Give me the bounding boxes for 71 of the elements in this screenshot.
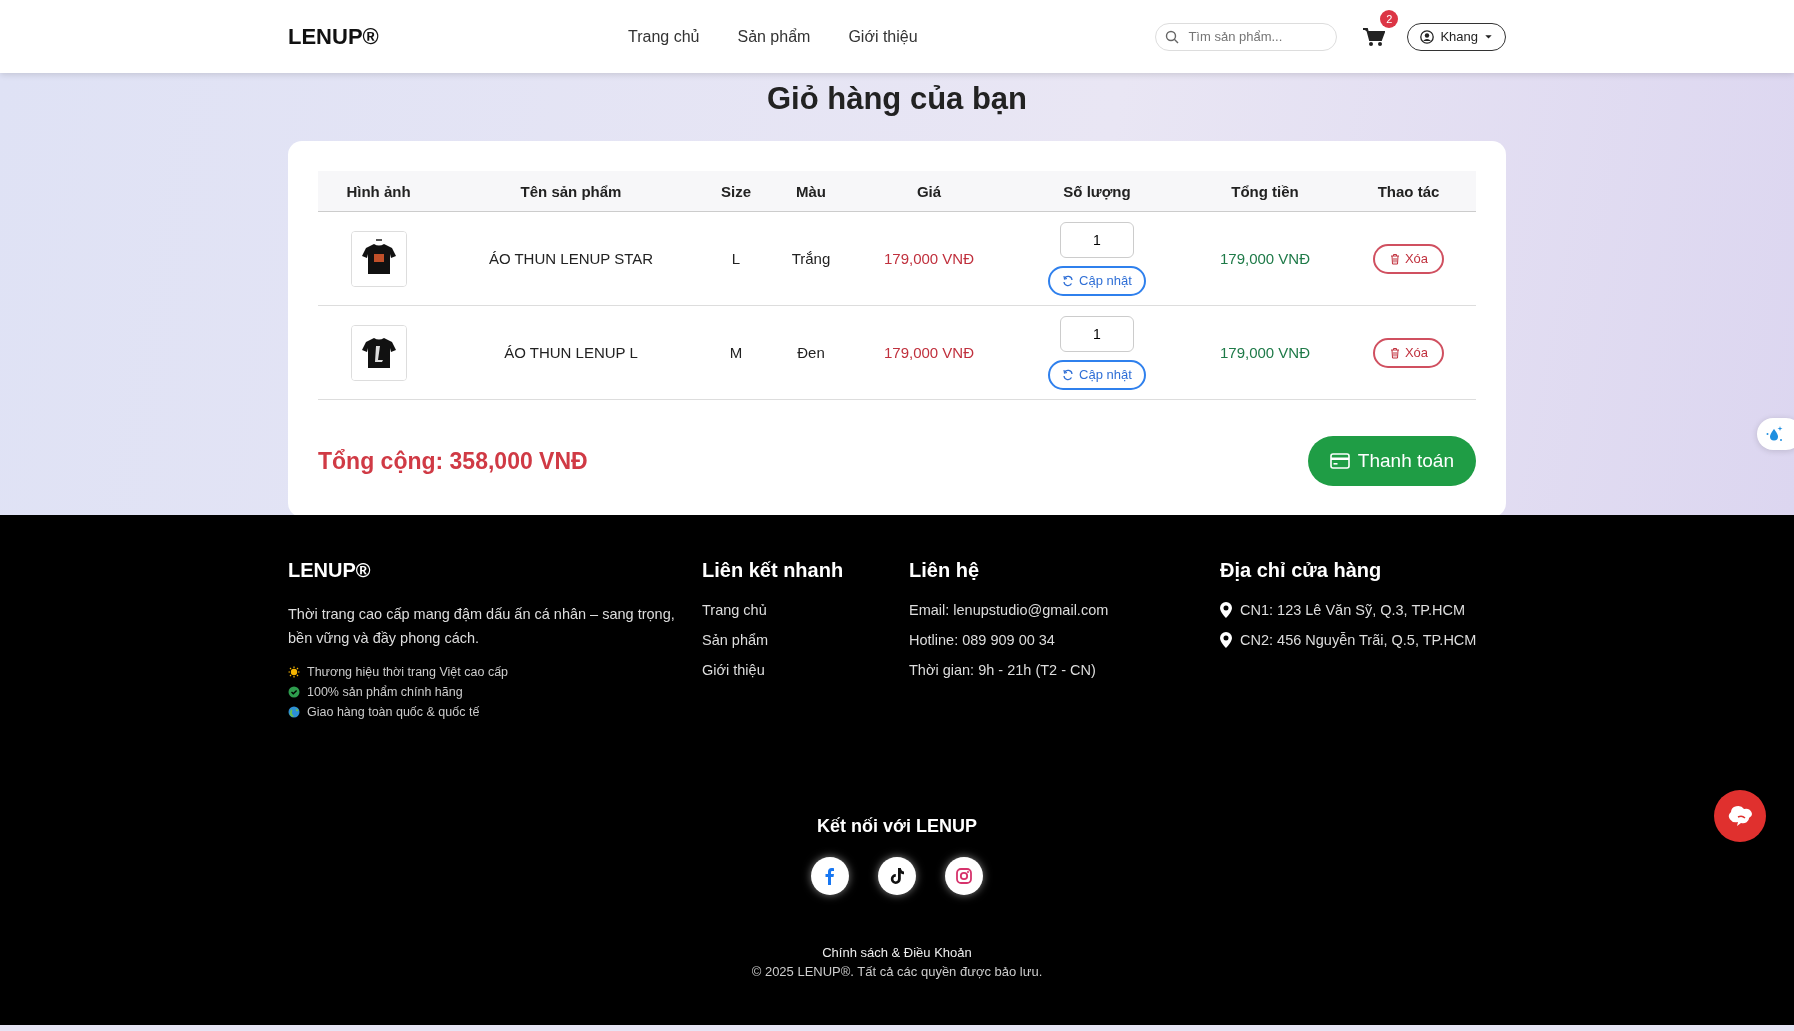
contact-info: Email: lenupstudio@gmail.com bbox=[909, 602, 1109, 618]
update-button[interactable]: Cập nhật bbox=[1048, 359, 1146, 390]
table-cell: Đen bbox=[769, 305, 853, 400]
column-header: Hình ảnh bbox=[318, 171, 439, 212]
grand-total: Tổng cộng: 358,000 VNĐ bbox=[318, 447, 588, 475]
search-field[interactable]: Tìm sản phẩm... bbox=[1155, 22, 1338, 51]
trash-icon bbox=[1388, 252, 1401, 265]
delete-button[interactable]: Xóa bbox=[1372, 243, 1445, 274]
chat-icon bbox=[1727, 803, 1753, 829]
nav-link[interactable]: Trang chủ bbox=[628, 27, 700, 46]
copyright: © 2025 LENUP®. Tất cả các quyền được bảo lưu. bbox=[750, 964, 1044, 979]
delete-button[interactable]: Xóa bbox=[1372, 337, 1445, 368]
page-title: Giỏ hàng của bạn bbox=[765, 81, 1029, 117]
refresh-icon bbox=[1062, 274, 1075, 287]
map-pin-icon bbox=[1220, 632, 1232, 648]
column-header: Màu bbox=[769, 171, 853, 212]
table-cell: 179,000 VNĐ bbox=[1189, 305, 1341, 400]
table-cell: ÁO THUN LENUP STAR bbox=[439, 211, 703, 306]
feature-text: Giao hàng toàn quốc & quốc tế bbox=[307, 705, 480, 719]
column-header: Tổng tiền bbox=[1189, 171, 1341, 212]
table-cell: 179,000 VNĐ bbox=[853, 211, 1005, 306]
table-cell: 179,000 VNĐ bbox=[1189, 211, 1341, 306]
footer-brand: LENUP® bbox=[288, 559, 372, 582]
feature-text: Thương hiệu thời trang Việt cao cấp bbox=[307, 665, 509, 679]
table-cell: L bbox=[703, 211, 769, 306]
nav-link[interactable]: Giới thiệu bbox=[848, 27, 918, 46]
quantity-field[interactable]: 1 bbox=[1060, 315, 1134, 352]
column-header: Tên sản phẩm bbox=[439, 171, 703, 212]
water-drop-icon[interactable] bbox=[1757, 418, 1794, 450]
sun-icon bbox=[288, 666, 300, 678]
trash-icon bbox=[1388, 346, 1401, 359]
brand-description: Thời trang cao cấp mang đậm dấu ấn cá nhân – sang trọng, bền vững và đầy phong cách. bbox=[288, 605, 676, 648]
contact-info: Thời gian: 9h - 21h (T2 - CN) bbox=[909, 662, 1096, 678]
column-title: Liên hệ bbox=[909, 559, 980, 582]
policy-link[interactable]: Chính sách & Điều Khoản bbox=[822, 945, 972, 960]
column-header: Size bbox=[703, 171, 769, 212]
globe-icon bbox=[288, 706, 300, 718]
credit-card-icon bbox=[1329, 453, 1350, 469]
cart-count-badge: 2 bbox=[1380, 9, 1399, 28]
footer-link[interactable]: Trang chủ bbox=[702, 602, 767, 618]
refresh-icon bbox=[1062, 368, 1075, 381]
feature-text: 100% sản phẩm chính hãng bbox=[307, 685, 463, 699]
cart-icon[interactable] bbox=[1363, 26, 1386, 47]
footer-link[interactable]: Sản phẩm bbox=[702, 632, 769, 648]
column-header: Giá bbox=[853, 171, 1005, 212]
footer-link[interactable]: Giới thiệu bbox=[702, 662, 765, 678]
column-header: Số lượng bbox=[1005, 171, 1189, 212]
map-pin-icon bbox=[1220, 602, 1232, 618]
quantity-field[interactable]: 1 bbox=[1060, 221, 1134, 258]
table-cell: ÁO THUN LENUP L bbox=[439, 305, 703, 400]
column-title: Địa chỉ cửa hàng bbox=[1220, 559, 1383, 582]
tiktok-icon[interactable] bbox=[878, 857, 916, 895]
column-header: Thao tác bbox=[1341, 171, 1476, 212]
caret-icon bbox=[1484, 32, 1493, 41]
column-title: Liên kết nhanh bbox=[702, 559, 845, 582]
nav-link[interactable]: Sản phẩm bbox=[737, 27, 811, 46]
store-address: CN1: 123 Lê Văn Sỹ, Q.3, TP.HCM bbox=[1240, 602, 1466, 618]
logo[interactable]: LENUP® bbox=[288, 23, 628, 50]
user-icon bbox=[1420, 29, 1435, 44]
user-menu-button[interactable]: Khang bbox=[1407, 22, 1506, 51]
table-cell: 179,000 VNĐ bbox=[853, 305, 1005, 400]
checkout-button[interactable]: Thanh toán bbox=[1307, 436, 1476, 486]
connect-title: Kết nối với LENUP bbox=[816, 816, 978, 837]
update-button[interactable]: Cập nhật bbox=[1048, 265, 1146, 296]
table-cell: M bbox=[703, 305, 769, 400]
table-cell: Trắng bbox=[769, 211, 853, 306]
facebook-icon[interactable] bbox=[811, 857, 849, 895]
instagram-icon[interactable] bbox=[945, 857, 983, 895]
contact-info: Hotline: 089 909 00 34 bbox=[909, 632, 1055, 648]
check-icon bbox=[288, 686, 300, 698]
store-address: CN2: 456 Nguyễn Trãi, Q.5, TP.HCM bbox=[1240, 632, 1477, 648]
